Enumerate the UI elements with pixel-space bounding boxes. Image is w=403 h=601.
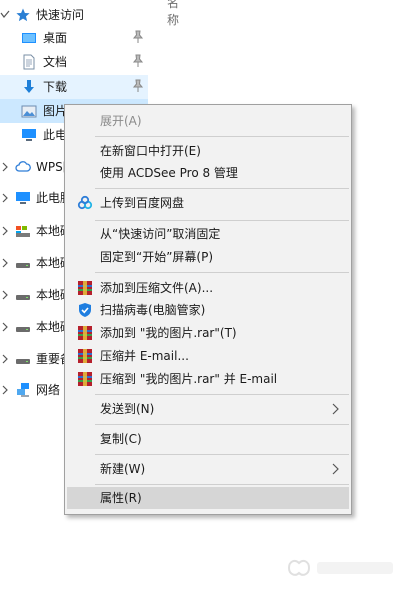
menu-item-unpin-quick-access[interactable]: 从“快速访问”取消固定 [67, 223, 349, 245]
winrar-icon [77, 348, 93, 364]
menu-separator [95, 220, 349, 221]
menu-separator [95, 188, 349, 189]
network-icon [15, 382, 31, 398]
menu-separator [95, 394, 349, 395]
desktop-icon [21, 30, 37, 46]
collapsed-chevron-icon[interactable] [0, 315, 10, 339]
pin-icon[interactable] [132, 79, 144, 93]
menu-item-scan-virus[interactable]: 扫描病毒(电脑管家) [67, 299, 349, 321]
computer-icon [15, 190, 31, 206]
menu-label-compress-rar-email: 压缩到 "我的图片.rar" 并 E-mail [100, 372, 278, 386]
collapsed-chevron-icon[interactable] [0, 155, 10, 179]
menu-separator [95, 484, 349, 485]
winrar-icon [77, 371, 93, 387]
menu-item-new[interactable]: 新建(W) [67, 458, 349, 480]
expand-chevron-icon[interactable] [0, 3, 10, 27]
menu-label-add-rar: 添加到 "我的图片.rar"(T) [100, 326, 237, 340]
cloud-icon [15, 159, 31, 175]
winrar-icon [77, 280, 93, 296]
drive-icon [15, 319, 31, 335]
menu-separator [95, 136, 349, 137]
menu-label-unpin-quick-access: 从“快速访问”取消固定 [100, 227, 221, 241]
download-arrow-icon [21, 79, 37, 95]
watermark-logo [285, 556, 400, 580]
nav-label-downloads: 下载 [43, 80, 68, 94]
computer-icon [21, 127, 37, 143]
submenu-arrow-icon [331, 463, 339, 475]
menu-item-copy[interactable]: 复制(C) [67, 428, 349, 450]
pictures-icon [21, 103, 37, 119]
menu-label-scan-virus: 扫描病毒(电脑管家) [100, 303, 206, 317]
document-icon [21, 54, 37, 70]
menu-label-acdsee: 使用 ACDSee Pro 8 管理 [100, 166, 238, 180]
menu-item-expand[interactable]: 展开(A) [67, 110, 349, 132]
nav-label-desktop: 桌面 [43, 31, 68, 45]
nav-item-downloads[interactable]: 下载 [0, 75, 148, 99]
menu-separator [95, 424, 349, 425]
nav-label-network: 网络 [36, 383, 61, 397]
drive-icon [15, 255, 31, 271]
submenu-arrow-icon [331, 403, 339, 415]
menu-item-properties[interactable]: 属性(R) [67, 487, 349, 509]
nav-label-quick-access: 快速访问 [36, 8, 85, 22]
nav-item-quick-access[interactable]: 快速访问 [0, 3, 148, 27]
menu-label-compress-email: 压缩并 E-mail... [100, 349, 189, 363]
collapsed-chevron-icon[interactable] [0, 378, 10, 402]
drive-icon [15, 287, 31, 303]
pin-icon[interactable] [132, 54, 144, 68]
collapsed-chevron-icon[interactable] [0, 186, 10, 210]
menu-item-pin-start[interactable]: 固定到“开始”屏幕(P) [67, 246, 349, 268]
collapsed-chevron-icon[interactable] [0, 347, 10, 371]
menu-label-open-new-window: 在新窗口中打开(E) [100, 144, 201, 158]
menu-label-new: 新建(W) [100, 462, 146, 476]
system-drive-icon [15, 223, 31, 239]
context-menu: 展开(A) 在新窗口中打开(E) 使用 ACDSee Pro 8 管理 上传到百… [64, 104, 352, 515]
menu-separator [95, 454, 349, 455]
menu-item-upload-baidu[interactable]: 上传到百度网盘 [67, 192, 349, 214]
shield-icon [77, 302, 93, 318]
name-column-header[interactable]: 名称 [167, 0, 179, 28]
menu-item-compress-rar-email[interactable]: 压缩到 "我的图片.rar" 并 E-mail [67, 368, 349, 390]
menu-label-pin-start: 固定到“开始”屏幕(P) [100, 250, 214, 264]
menu-item-acdsee[interactable]: 使用 ACDSee Pro 8 管理 [67, 162, 349, 184]
menu-label-properties: 属性(R) [100, 491, 142, 505]
menu-label-send-to: 发送到(N) [100, 402, 155, 416]
menu-label-copy: 复制(C) [100, 432, 142, 446]
nav-item-documents[interactable]: 文档 [0, 50, 148, 74]
menu-label-add-archive: 添加到压缩文件(A)... [100, 281, 214, 295]
menu-item-add-archive[interactable]: 添加到压缩文件(A)... [67, 277, 349, 299]
menu-separator [95, 272, 349, 273]
menu-item-open-new-window[interactable]: 在新窗口中打开(E) [67, 140, 349, 162]
star-icon [15, 7, 31, 23]
collapsed-chevron-icon[interactable] [0, 251, 10, 275]
baidu-netdisk-icon [77, 195, 93, 211]
nav-item-desktop[interactable]: 桌面 [0, 26, 148, 50]
collapsed-chevron-icon[interactable] [0, 219, 10, 243]
menu-item-send-to[interactable]: 发送到(N) [67, 398, 349, 420]
menu-item-compress-email[interactable]: 压缩并 E-mail... [67, 345, 349, 367]
drive-icon [15, 351, 31, 367]
menu-item-add-rar[interactable]: 添加到 "我的图片.rar"(T) [67, 322, 349, 344]
winrar-icon [77, 325, 93, 341]
collapsed-chevron-icon[interactable] [0, 283, 10, 307]
nav-label-documents: 文档 [43, 55, 68, 69]
pin-icon[interactable] [132, 30, 144, 44]
menu-label-expand: 展开(A) [100, 114, 142, 128]
menu-label-upload-baidu: 上传到百度网盘 [100, 196, 185, 210]
